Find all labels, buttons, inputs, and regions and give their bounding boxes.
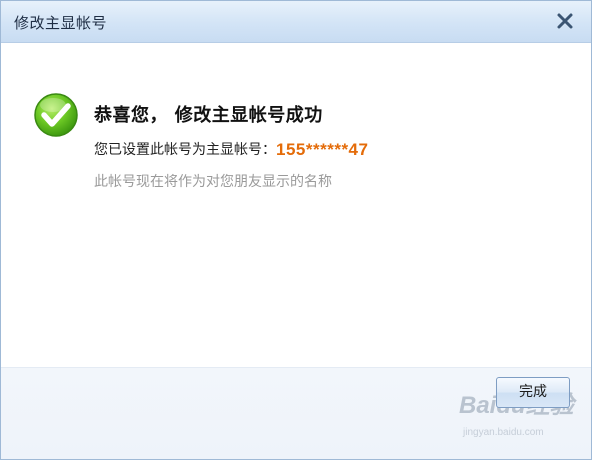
dialog-title: 修改主显帐号 (14, 14, 108, 32)
account-set-label: 您已设置此帐号为主显帐号： (94, 142, 276, 158)
watermark-url: jingyan.baidu.com (463, 427, 544, 438)
dialog-window: 修改主显帐号 恭喜您， 修改主显帐号成功 您已设置此帐号为主显帐号：155***… (0, 0, 592, 460)
close-icon[interactable] (555, 11, 575, 31)
dialog-titlebar: 修改主显帐号 (1, 1, 591, 43)
main-account-number: 155******47 (276, 140, 369, 159)
success-heading: 恭喜您， 修改主显帐号成功 (94, 105, 323, 126)
account-set-line: 您已设置此帐号为主显帐号：155******47 (94, 139, 368, 159)
check-circle-icon (34, 93, 78, 137)
done-button[interactable]: 完成 (496, 377, 570, 408)
display-name-hint: 此帐号现在将作为对您朋友显示的名称 (94, 174, 332, 190)
